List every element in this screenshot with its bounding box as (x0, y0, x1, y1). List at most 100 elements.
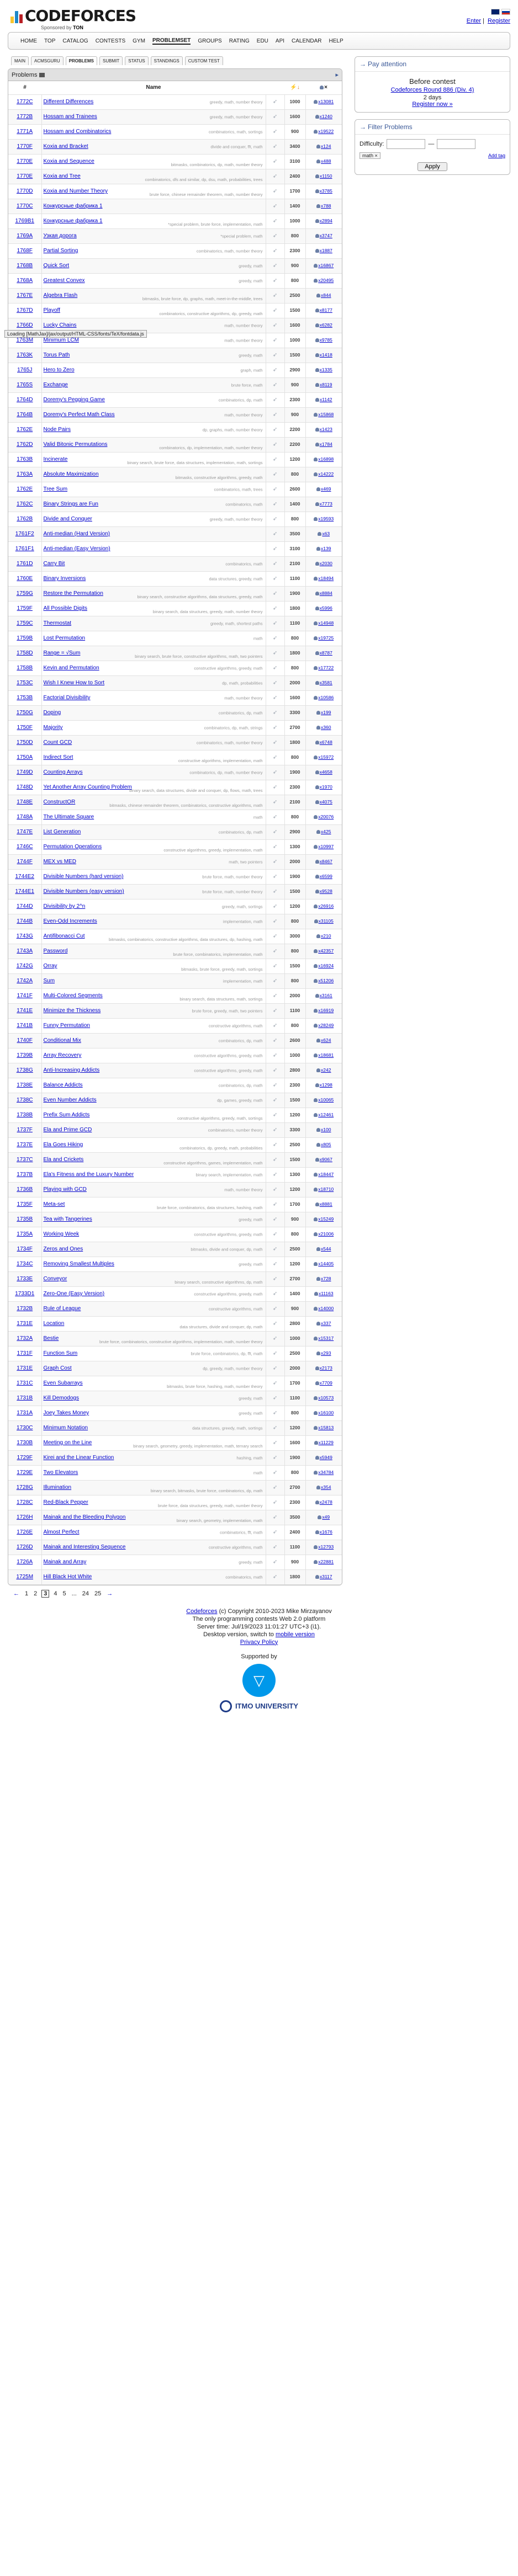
solved-count-link[interactable]: x19725 (314, 635, 334, 641)
problem-id-link[interactable]: 1732B (17, 1306, 33, 1312)
column-id[interactable]: # (8, 81, 41, 95)
submit-icon[interactable]: ➶ (273, 590, 277, 597)
submit-icon[interactable]: ➶ (273, 1142, 277, 1148)
problem-id-link[interactable]: 1739B (17, 1052, 33, 1058)
problem-name-link[interactable]: Exchange (44, 382, 264, 388)
submit-icon[interactable]: ➶ (273, 620, 277, 626)
problem-id-link[interactable]: 1738E (17, 1082, 33, 1088)
enter-link[interactable]: Enter (467, 18, 481, 24)
submit-icon[interactable]: ➶ (273, 173, 277, 179)
column-solved-icon[interactable]: × (305, 81, 342, 95)
submit-icon[interactable]: ➶ (273, 769, 277, 775)
register-link[interactable]: Register (488, 18, 510, 24)
solved-count-link[interactable]: x100 (316, 1127, 331, 1132)
problem-id-link[interactable]: 1744F (17, 859, 33, 865)
problem-id-link[interactable]: 1742G (17, 963, 33, 969)
add-tag-link[interactable]: Add tag (488, 153, 505, 158)
problem-id-link[interactable]: 1728C (17, 1499, 33, 1505)
english-flag-icon[interactable] (491, 9, 500, 15)
solved-count-link[interactable]: x199 (316, 710, 331, 715)
solved-count-link[interactable]: x469 (316, 486, 331, 492)
solved-count-link[interactable]: x15249 (314, 1216, 334, 1222)
submit-icon[interactable]: ➶ (273, 1365, 277, 1371)
solved-count-link[interactable]: x6748 (315, 739, 332, 745)
problem-id-link[interactable]: 1772B (17, 114, 33, 120)
problem-id-link[interactable]: 1731C (17, 1380, 33, 1386)
problem-id-link[interactable]: 1758D (17, 650, 33, 656)
problem-id-link[interactable]: 1771A (17, 129, 33, 135)
problem-id-link[interactable]: 1770D (17, 188, 33, 194)
solved-count-link[interactable]: x1676 (315, 1529, 332, 1535)
problem-id-link[interactable]: 1759C (17, 620, 33, 626)
subtab-standings[interactable]: STANDINGS (150, 56, 183, 65)
solved-count-link[interactable]: x10573 (314, 1395, 334, 1401)
close-icon[interactable]: × (375, 153, 378, 158)
problem-id-link[interactable]: 1726E (17, 1529, 33, 1535)
privacy-policy-link[interactable]: Privacy Policy (240, 1639, 278, 1646)
problem-name-link[interactable]: The Ultimate Square (44, 814, 264, 820)
submit-icon[interactable]: ➶ (273, 1246, 277, 1252)
submit-icon[interactable]: ➶ (273, 1395, 277, 1401)
solved-count-link[interactable]: x5996 (315, 605, 332, 611)
menu-item-catalog[interactable]: CATALOG (62, 38, 88, 44)
solved-count-link[interactable]: x51206 (314, 978, 334, 983)
submit-icon[interactable]: ➶ (273, 1216, 277, 1222)
submit-icon[interactable]: ➶ (273, 799, 277, 805)
solved-count-link[interactable]: x18494 (314, 576, 334, 581)
pager-prev-arrow[interactable]: ← (12, 1590, 20, 1597)
problem-id-link[interactable]: 1766D (17, 322, 33, 328)
submit-icon[interactable]: ➶ (273, 263, 277, 269)
problem-name-link[interactable]: Lost Permutation (44, 635, 264, 641)
problem-id-link[interactable]: 1731F (17, 1350, 33, 1356)
problem-id-link[interactable]: 1762D (17, 441, 33, 448)
problem-id-link[interactable]: 1761D (17, 561, 33, 567)
problem-id-link[interactable]: 1731E (17, 1321, 33, 1327)
submit-icon[interactable]: ➶ (273, 725, 277, 731)
apply-button[interactable]: Apply (417, 162, 447, 171)
problem-id-link[interactable]: 1759G (17, 590, 33, 597)
solved-count-link[interactable]: x210 (316, 933, 331, 939)
solved-count-link[interactable]: x10065 (314, 1097, 334, 1103)
submit-icon[interactable]: ➶ (273, 710, 277, 716)
submit-icon[interactable]: ➶ (273, 933, 277, 939)
submit-icon[interactable]: ➶ (273, 1559, 277, 1565)
submit-icon[interactable]: ➶ (273, 680, 277, 686)
problem-id-link[interactable]: 1765S (17, 382, 33, 388)
problem-id-link[interactable]: 1748D (17, 784, 33, 790)
menu-item-api[interactable]: API (276, 38, 284, 44)
submit-icon[interactable]: ➶ (273, 1544, 277, 1550)
subtab-problems[interactable]: PROBLEMS (65, 56, 98, 65)
problem-id-link[interactable]: 1729E (17, 1470, 33, 1476)
problem-id-link[interactable]: 1740F (17, 1037, 33, 1044)
solved-count-link[interactable]: x63 (318, 531, 330, 536)
menu-item-gym[interactable]: GYM (133, 38, 145, 44)
solved-count-link[interactable]: x11229 (314, 1440, 334, 1445)
solved-count-link[interactable]: x3161 (315, 993, 332, 998)
submit-icon[interactable]: ➶ (273, 114, 277, 120)
solved-count-link[interactable]: x2173 (315, 1365, 332, 1371)
problem-id-link[interactable]: 1769B1 (15, 218, 34, 224)
submit-icon[interactable]: ➶ (273, 143, 277, 150)
solved-count-link[interactable]: x3747 (315, 233, 332, 238)
submit-icon[interactable]: ➶ (273, 784, 277, 790)
submit-icon[interactable]: ➶ (273, 1350, 277, 1356)
submit-icon[interactable]: ➶ (273, 739, 277, 746)
problem-id-link[interactable]: 1728G (17, 1484, 33, 1491)
submit-icon[interactable]: ➶ (273, 1261, 277, 1267)
solved-count-link[interactable]: x242 (316, 1067, 331, 1073)
problem-id-link[interactable]: 1735A (17, 1231, 33, 1237)
solved-count-link[interactable]: x8177 (315, 307, 332, 313)
solved-count-link[interactable]: x20495 (314, 278, 334, 283)
submit-icon[interactable]: ➶ (273, 1455, 277, 1461)
solved-count-link[interactable]: x19522 (314, 129, 334, 134)
problem-id-link[interactable]: 1762E (17, 427, 33, 433)
problem-id-link[interactable]: 1744B (17, 918, 33, 924)
submit-icon[interactable]: ➶ (273, 292, 277, 299)
submit-icon[interactable]: ➶ (273, 129, 277, 135)
solved-count-link[interactable]: x1887 (315, 248, 332, 253)
submit-icon[interactable]: ➶ (273, 1008, 277, 1014)
column-difficulty-icon[interactable]: ⚡↓ (284, 81, 305, 95)
mobile-version-link[interactable]: mobile version (276, 1631, 315, 1638)
problem-name-link[interactable]: Anti-median (Easy Version) (44, 546, 264, 552)
problem-id-link[interactable]: 1764B (17, 412, 33, 418)
